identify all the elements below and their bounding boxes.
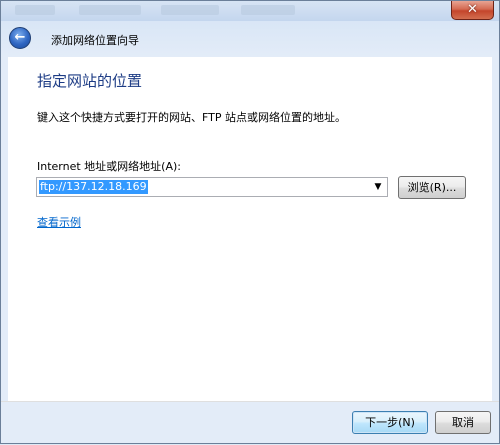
blurred-titlebar-text [241,5,295,15]
address-combobox[interactable]: ftp://137.12.18.169 ▼ [36,177,388,197]
chevron-down-icon[interactable]: ▼ [371,179,385,195]
wizard-content: 指定网站的位置 键入这个快捷方式要打开的网站、FTP 站点或网络位置的地址。 I… [8,57,492,401]
address-label: Internet 地址或网络地址(A): [37,160,181,173]
back-button[interactable]: ← [9,27,31,49]
wizard-footer: 下一步(N) 取消 [1,401,499,445]
next-button[interactable]: 下一步(N) [352,411,428,434]
page-heading: 指定网站的位置 [37,72,143,90]
close-icon: ✕ [467,2,478,17]
wizard-window: ✕ ← 添加网络位置向导 指定网站的位置 键入这个快捷方式要打开的网站、FTP … [0,0,500,444]
wizard-nav-bar: ← 添加网络位置向导 [1,21,499,57]
blurred-titlebar-text [79,5,141,15]
wizard-title: 添加网络位置向导 [51,34,139,47]
browse-button[interactable]: 浏览(R)... [398,176,466,199]
close-button[interactable]: ✕ [451,1,494,20]
view-example-link[interactable]: 查看示例 [37,214,81,230]
instruction-text: 键入这个快捷方式要打开的网站、FTP 站点或网络位置的地址。 [37,111,346,124]
back-arrow-icon: ← [14,30,26,45]
blurred-titlebar-text [15,5,55,15]
title-bar[interactable]: ✕ [1,1,499,21]
cancel-button[interactable]: 取消 [435,411,491,434]
blurred-titlebar-text [161,5,219,15]
address-input-value[interactable]: ftp://137.12.18.169 [39,180,148,194]
